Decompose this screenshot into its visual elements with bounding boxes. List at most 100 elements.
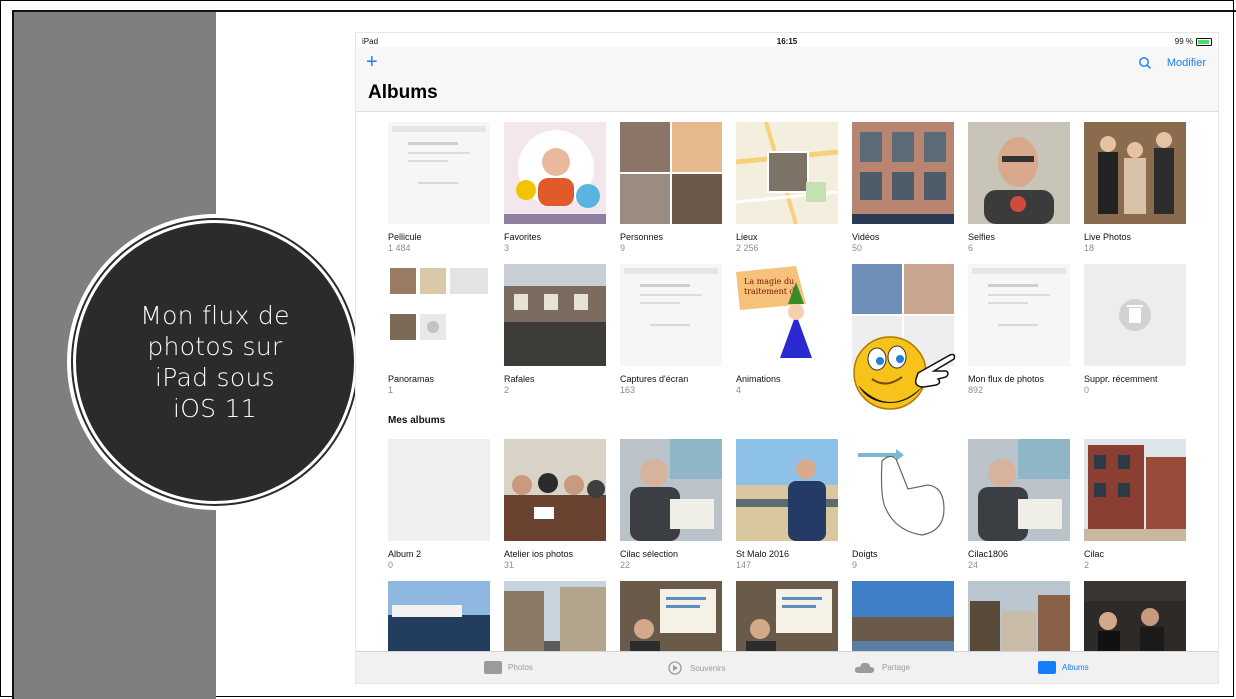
tab-albums[interactable]: Albums bbox=[1038, 661, 1089, 674]
album-count: 163 bbox=[620, 385, 636, 395]
page-title: Albums bbox=[368, 82, 438, 103]
my-album-count: 24 bbox=[968, 560, 979, 570]
my-album-tile[interactable]: Cilac 2 bbox=[1084, 439, 1186, 570]
album-count: 6 bbox=[968, 243, 974, 253]
my-album-tile[interactable]: Cilac1806 24 bbox=[968, 439, 1070, 570]
title-badge: Mon flux de photos sur iPad sous iOS 11 bbox=[73, 220, 357, 504]
album-label: Vidéos bbox=[852, 232, 880, 242]
album-thumbnail[interactable]: La magie du traitement de bbox=[736, 264, 838, 366]
my-album-thumbnail[interactable] bbox=[852, 439, 954, 541]
album-count: 1 bbox=[388, 385, 394, 395]
my-album-label: Doigts bbox=[852, 549, 878, 559]
add-album-button[interactable]: + bbox=[366, 52, 378, 72]
album-tile[interactable]: Panoramas 1 bbox=[388, 264, 490, 395]
album-tile[interactable]: Mon flux de photos 892 bbox=[968, 264, 1070, 395]
album-thumbnail[interactable] bbox=[852, 122, 954, 224]
my-album-count: 22 bbox=[620, 560, 631, 570]
album-label: Favorites bbox=[504, 232, 542, 242]
my-album-label: Cilac1806 bbox=[968, 549, 1009, 559]
modify-button[interactable]: Modifier bbox=[1167, 57, 1206, 69]
album-thumbnail[interactable] bbox=[968, 122, 1070, 224]
album-thumbnail[interactable] bbox=[504, 122, 606, 224]
album-label: Panoramas bbox=[388, 374, 435, 384]
my-album-label: St Malo 2016 bbox=[736, 549, 790, 559]
my-album-thumbnail[interactable] bbox=[620, 439, 722, 541]
my-album-count: 0 bbox=[388, 560, 394, 570]
album-count: 1 484 bbox=[388, 243, 411, 253]
my-album-thumbnail[interactable] bbox=[504, 439, 606, 541]
album-label: Animations bbox=[736, 374, 781, 384]
tab-memories-label: Souvenirs bbox=[690, 663, 726, 673]
tab-photos[interactable]: Photos bbox=[484, 661, 533, 674]
my-album-count: 31 bbox=[504, 560, 515, 570]
album-thumbnail[interactable] bbox=[388, 122, 490, 224]
album-count: 892 bbox=[968, 385, 984, 395]
album-count: 0 bbox=[1084, 385, 1090, 395]
my-album-label: Cilac sélection bbox=[620, 549, 679, 559]
tab-photos-label: Photos bbox=[508, 663, 533, 672]
album-label: Personnes bbox=[620, 232, 664, 242]
svg-text:La magie du: La magie du bbox=[744, 277, 794, 286]
album-tile[interactable]: Live Photos 18 bbox=[1084, 122, 1186, 253]
album-label: Selfies bbox=[968, 232, 996, 242]
tab-memories[interactable]: Souvenirs bbox=[666, 661, 726, 675]
status-bar: iPad 16:15 99 % bbox=[356, 33, 1218, 47]
album-thumbnail[interactable] bbox=[968, 264, 1070, 366]
my-album-thumbnail[interactable] bbox=[968, 439, 1070, 541]
album-thumbnail[interactable] bbox=[504, 264, 606, 366]
my-album-tile[interactable]: Cilac sélection 22 bbox=[620, 439, 722, 570]
album-thumbnail[interactable] bbox=[620, 264, 722, 366]
battery-icon bbox=[1196, 37, 1212, 46]
my-album-tile[interactable]: Atelier ios photos 31 bbox=[504, 439, 606, 570]
albums-icon bbox=[1038, 661, 1056, 674]
my-album-thumbnail[interactable] bbox=[1084, 439, 1186, 541]
memories-icon bbox=[668, 661, 682, 675]
album-tile[interactable]: Captures d'écran 163 bbox=[620, 264, 722, 395]
album-thumbnail[interactable] bbox=[620, 122, 722, 224]
ipad-screen: iPad 16:15 99 % + Modifier Albums Pellic… bbox=[355, 32, 1219, 684]
album-tile[interactable]: Personnes 9 bbox=[620, 122, 722, 253]
album-tile[interactable]: Favorites 3 bbox=[504, 122, 606, 253]
album-tile[interactable]: Suppr. récemment 0 bbox=[1084, 264, 1186, 395]
section-title-my-albums: Mes albums bbox=[388, 415, 446, 426]
album-label: Captures d'écran bbox=[620, 374, 689, 384]
album-label: Suppr. récemment bbox=[1084, 374, 1158, 384]
album-label: Live Photos bbox=[1084, 232, 1132, 242]
my-album-count: 2 bbox=[1084, 560, 1090, 570]
battery-percent: 99 % bbox=[1174, 37, 1193, 46]
tab-shared[interactable]: Partage bbox=[854, 661, 910, 674]
album-label: Rafales bbox=[504, 374, 535, 384]
my-album-tile[interactable]: St Malo 2016 147 bbox=[736, 439, 838, 570]
smiley-pointing-icon bbox=[853, 336, 956, 410]
album-tile[interactable]: Pellicule 1 484 bbox=[388, 122, 490, 253]
album-thumbnail[interactable] bbox=[1084, 264, 1186, 366]
my-album-tile[interactable]: Doigts 9 bbox=[852, 439, 954, 570]
tab-bar: Photos Souvenirs Partage Albums bbox=[356, 651, 1218, 683]
album-tile[interactable]: Selfies 6 bbox=[968, 122, 1070, 253]
search-icon[interactable] bbox=[1138, 56, 1152, 70]
my-album-label: Cilac bbox=[1084, 549, 1105, 559]
album-tile[interactable]: La magie du traitement de Animations 4 bbox=[736, 264, 838, 395]
my-album-thumbnail[interactable] bbox=[388, 439, 490, 541]
my-album-label: Atelier ios photos bbox=[504, 549, 574, 559]
album-tile[interactable]: Lieux 2 256 bbox=[736, 122, 838, 253]
my-album-thumbnail[interactable] bbox=[736, 439, 838, 541]
album-label: Lieux bbox=[736, 232, 758, 242]
album-thumbnail[interactable] bbox=[736, 122, 838, 224]
photos-icon bbox=[484, 661, 502, 674]
cloud-icon bbox=[854, 662, 875, 673]
album-tile[interactable]: Rafales 2 bbox=[504, 264, 606, 395]
album-count: 9 bbox=[620, 243, 626, 253]
status-battery: 99 % bbox=[1175, 37, 1212, 46]
album-count: 2 256 bbox=[736, 243, 759, 253]
album-thumbnail[interactable] bbox=[1084, 122, 1186, 224]
badge-title: Mon flux de photos sur iPad sous iOS 11 bbox=[140, 301, 290, 423]
album-count: 3 bbox=[504, 243, 510, 253]
my-album-tile[interactable]: Album 20 bbox=[388, 439, 490, 570]
album-thumbnail[interactable] bbox=[388, 264, 490, 366]
album-count: 18 bbox=[1084, 243, 1095, 253]
tab-albums-label: Albums bbox=[1062, 663, 1089, 672]
svg-text:traitement de: traitement de bbox=[744, 287, 800, 296]
my-album-count: 9 bbox=[852, 560, 858, 570]
album-tile[interactable]: Vidéos 50 bbox=[852, 122, 954, 253]
